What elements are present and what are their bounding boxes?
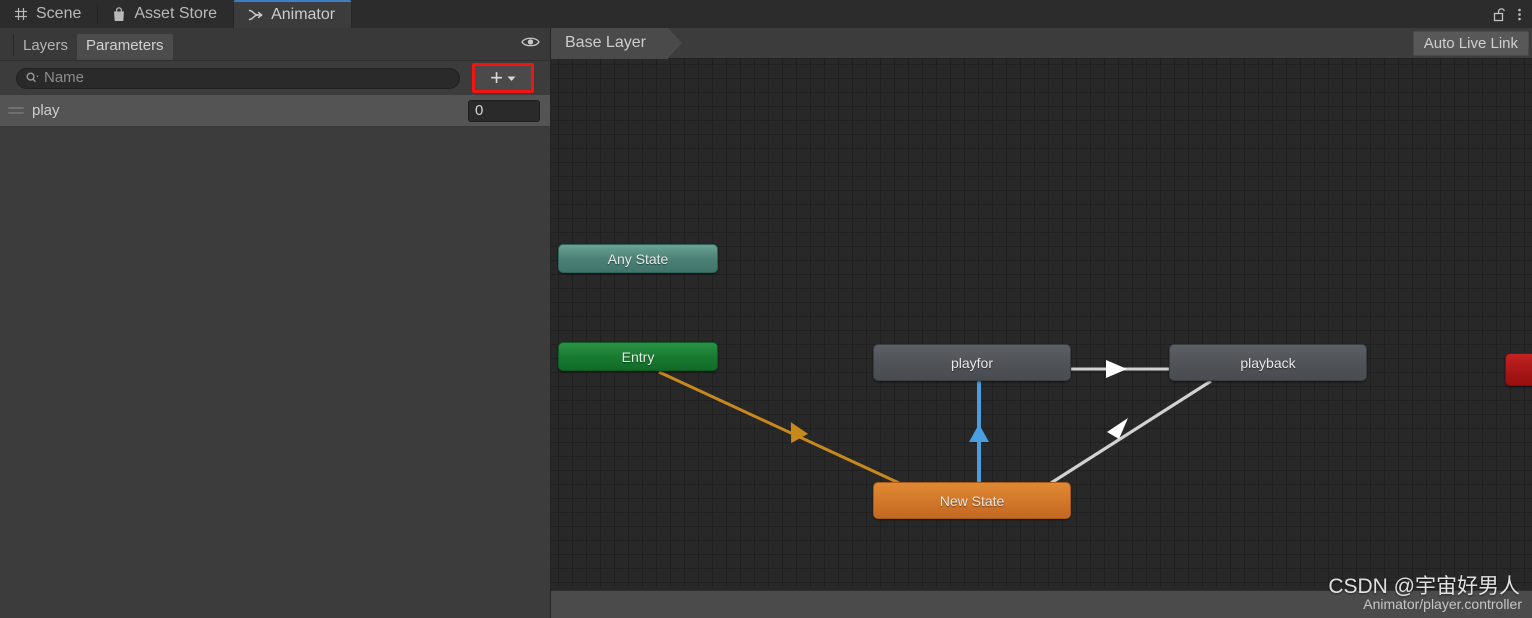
state-node-playback[interactable]: playback <box>1169 344 1367 381</box>
parameter-name-label: play <box>32 102 60 119</box>
search-placeholder-text: Name <box>44 68 85 86</box>
state-machine-canvas[interactable]: Any State Entry playfor playback New Sta… <box>551 59 1532 587</box>
drag-handle-icon[interactable] <box>8 107 24 114</box>
parameters-list-empty-area <box>0 157 550 618</box>
graph-toolbar: Base Layer Auto Live Link <box>551 28 1532 59</box>
tab-asset-store-label: Asset Store <box>134 4 218 22</box>
tab-animator-label: Animator <box>271 5 336 23</box>
animator-graph-area: Base Layer Auto Live Link Any State Entr… <box>551 28 1532 618</box>
parameters-panel: Layers Parameters Name + play 0 <box>0 28 551 618</box>
unlocked-padlock-icon[interactable] <box>1493 7 1506 22</box>
grid-icon <box>14 7 28 21</box>
state-node-playfor[interactable]: playfor <box>873 344 1071 381</box>
state-node-exit[interactable] <box>1505 353 1532 386</box>
search-input[interactable]: Name <box>16 67 460 89</box>
state-node-label: Any State <box>607 250 669 267</box>
animator-icon <box>248 8 263 22</box>
parameter-row-play[interactable]: play 0 <box>0 95 550 127</box>
state-node-label: New State <box>939 492 1005 509</box>
state-node-any-state[interactable]: Any State <box>558 244 718 273</box>
state-node-label: playback <box>1240 354 1296 371</box>
eye-icon[interactable] <box>521 35 540 49</box>
graph-status-bar: Animator/player.controller <box>551 590 1532 618</box>
parameter-value-field[interactable]: 0 <box>468 99 540 122</box>
add-parameter-button[interactable]: + <box>475 66 531 90</box>
tab-animator[interactable]: Animator <box>233 0 353 28</box>
window-tab-bar: Scene Asset Store Animator <box>0 0 1532 29</box>
state-node-entry[interactable]: Entry <box>558 342 718 371</box>
subtab-parameters[interactable]: Parameters <box>77 34 173 60</box>
search-icon <box>26 72 39 84</box>
window-controls <box>1493 0 1532 28</box>
kebab-menu-icon[interactable] <box>1517 7 1522 22</box>
transition-new-state-to-playback <box>1050 379 1212 485</box>
auto-live-link-button[interactable]: Auto Live Link <box>1412 30 1529 56</box>
state-node-label: playfor <box>950 354 994 371</box>
tab-bar-spacer <box>352 0 1493 28</box>
unity-animator-window: Scene Asset Store Animator Layers Parame… <box>0 0 1532 618</box>
caret-down-icon <box>507 75 516 82</box>
transition-entry-to-new-state <box>658 370 900 485</box>
add-parameter-button-wrapper: + <box>472 63 534 93</box>
breadcrumb-base-layer[interactable]: Base Layer <box>551 28 682 59</box>
state-node-new-state[interactable]: New State <box>873 482 1071 519</box>
plus-icon: + <box>490 65 503 90</box>
tab-asset-store[interactable]: Asset Store <box>98 0 234 28</box>
subtab-layers[interactable]: Layers <box>14 34 77 60</box>
shopping-bag-icon <box>112 6 126 22</box>
panel-subtab-bar: Layers Parameters <box>0 28 550 61</box>
subtab-left-divider <box>13 34 14 56</box>
tab-scene[interactable]: Scene <box>0 0 98 28</box>
transition-playfor-to-playback <box>1071 360 1169 378</box>
transition-new-state-to-playfor <box>969 381 989 483</box>
parameter-search-row: Name + <box>0 61 550 95</box>
controller-path-label: Animator/player.controller <box>1363 596 1522 612</box>
state-node-label: Entry <box>621 348 655 365</box>
tab-scene-label: Scene <box>36 4 82 22</box>
